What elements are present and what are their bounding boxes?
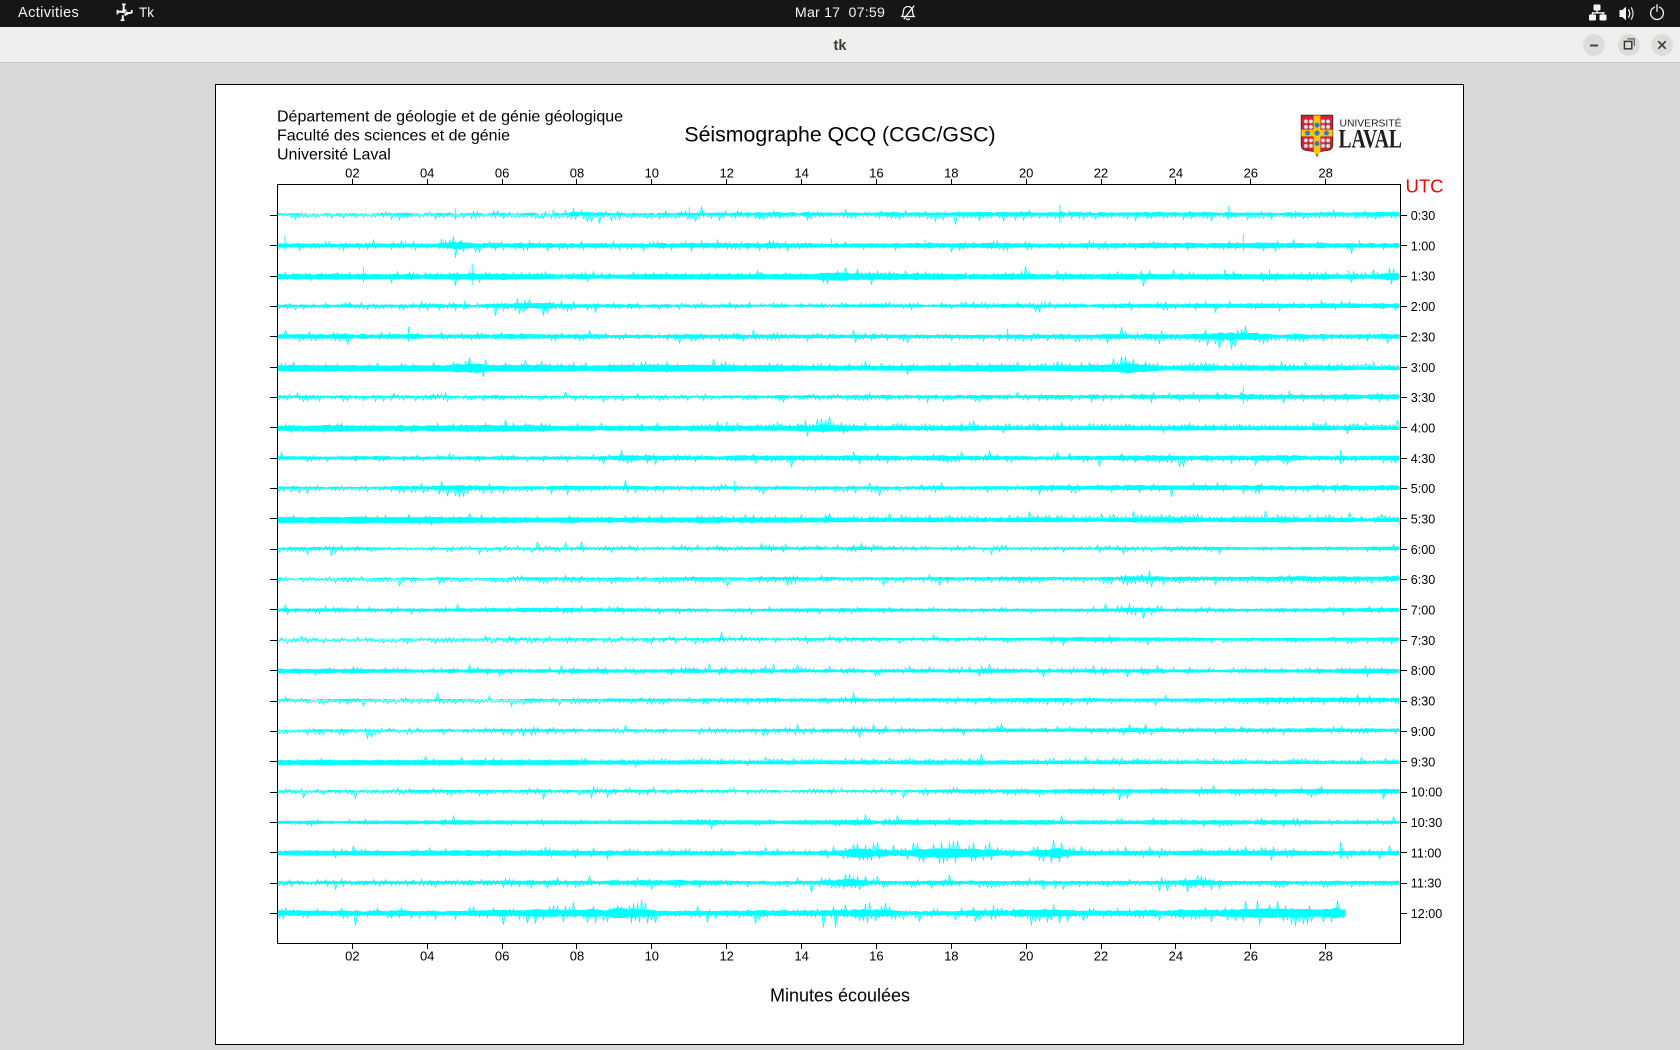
svg-text:7:30: 7:30 bbox=[1411, 634, 1436, 648]
svg-text:2:00: 2:00 bbox=[1411, 300, 1436, 314]
svg-text:5:00: 5:00 bbox=[1411, 482, 1436, 496]
svg-text:9:30: 9:30 bbox=[1411, 755, 1436, 769]
svg-text:14: 14 bbox=[794, 949, 808, 964]
svg-text:28: 28 bbox=[1318, 949, 1332, 964]
svg-text:10:00: 10:00 bbox=[1411, 786, 1443, 800]
svg-text:LAVAL: LAVAL bbox=[1339, 125, 1403, 154]
svg-text:26: 26 bbox=[1244, 949, 1258, 964]
svg-text:22: 22 bbox=[1094, 949, 1108, 964]
svg-text:20: 20 bbox=[1019, 949, 1033, 964]
svg-text:8:30: 8:30 bbox=[1411, 695, 1436, 709]
svg-text:4:30: 4:30 bbox=[1411, 452, 1436, 466]
svg-text:02: 02 bbox=[345, 166, 359, 181]
svg-text:10: 10 bbox=[645, 949, 659, 964]
svg-text:12:00: 12:00 bbox=[1411, 907, 1443, 921]
svg-text:4:00: 4:00 bbox=[1411, 422, 1436, 436]
svg-text:18: 18 bbox=[944, 166, 958, 181]
svg-text:16: 16 bbox=[869, 166, 883, 181]
svg-text:Séismographe QCQ (CGC/GSC): Séismographe QCQ (CGC/GSC) bbox=[684, 123, 995, 147]
svg-text:16: 16 bbox=[869, 949, 883, 964]
svg-text:10: 10 bbox=[645, 166, 659, 181]
svg-text:28: 28 bbox=[1318, 166, 1332, 181]
svg-text:20: 20 bbox=[1019, 166, 1033, 181]
svg-text:3:00: 3:00 bbox=[1411, 361, 1436, 375]
svg-text:11:30: 11:30 bbox=[1411, 877, 1442, 891]
svg-text:Département de géologie et de: Département de géologie et de génie géol… bbox=[277, 109, 623, 126]
svg-text:2:30: 2:30 bbox=[1411, 330, 1436, 344]
svg-text:26: 26 bbox=[1244, 166, 1258, 181]
svg-text:3:30: 3:30 bbox=[1411, 391, 1436, 405]
svg-text:6:30: 6:30 bbox=[1411, 573, 1436, 587]
svg-text:UTC: UTC bbox=[1406, 176, 1444, 197]
svg-text:1:30: 1:30 bbox=[1411, 270, 1436, 284]
svg-text:18: 18 bbox=[944, 949, 958, 964]
svg-text:12: 12 bbox=[719, 949, 733, 964]
svg-text:24: 24 bbox=[1169, 949, 1183, 964]
svg-text:0:30: 0:30 bbox=[1411, 209, 1436, 223]
svg-text:7:00: 7:00 bbox=[1411, 604, 1436, 618]
svg-text:06: 06 bbox=[495, 949, 509, 964]
svg-text:22: 22 bbox=[1094, 166, 1108, 181]
svg-text:1:00: 1:00 bbox=[1411, 239, 1436, 253]
svg-text:6:00: 6:00 bbox=[1411, 543, 1436, 557]
svg-text:08: 08 bbox=[570, 949, 584, 964]
svg-text:14: 14 bbox=[794, 166, 808, 181]
svg-text:9:00: 9:00 bbox=[1411, 725, 1436, 739]
svg-text:Minutes écoulées: Minutes écoulées bbox=[770, 986, 910, 1006]
svg-text:12: 12 bbox=[719, 166, 733, 181]
svg-text:04: 04 bbox=[420, 949, 434, 964]
svg-text:04: 04 bbox=[420, 166, 434, 181]
svg-text:Université Laval: Université Laval bbox=[277, 147, 391, 164]
svg-text:Faculté des sciences et de gén: Faculté des sciences et de génie bbox=[277, 128, 510, 145]
svg-text:10:30: 10:30 bbox=[1411, 816, 1443, 830]
svg-text:11:00: 11:00 bbox=[1411, 846, 1442, 860]
svg-text:24: 24 bbox=[1169, 166, 1183, 181]
svg-text:5:30: 5:30 bbox=[1411, 513, 1436, 527]
svg-text:02: 02 bbox=[345, 949, 359, 964]
svg-text:8:00: 8:00 bbox=[1411, 664, 1436, 678]
svg-text:08: 08 bbox=[570, 166, 584, 181]
svg-text:06: 06 bbox=[495, 166, 509, 181]
